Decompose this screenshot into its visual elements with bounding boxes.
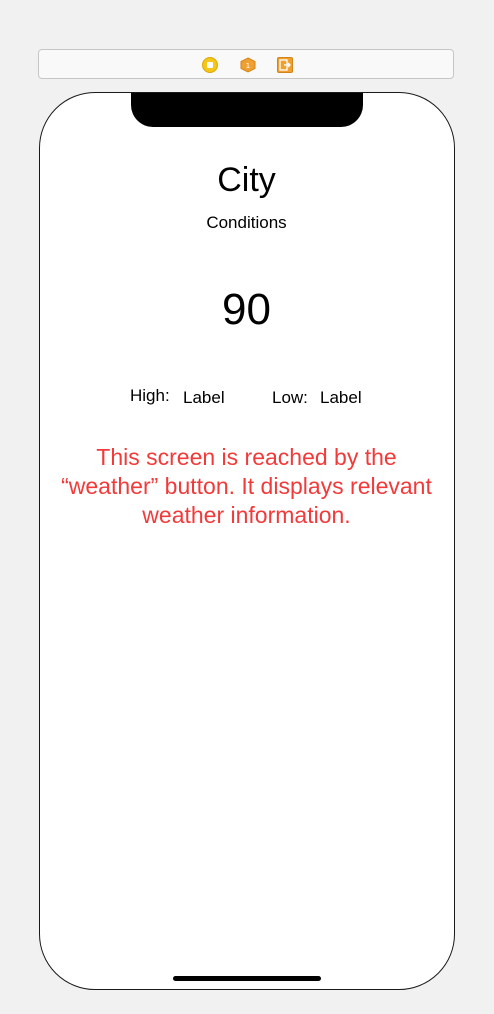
view-controller-icon[interactable] <box>202 57 218 73</box>
low-value-label: Label <box>320 388 362 407</box>
annotation-text: This screen is reached by the “weather” … <box>61 444 432 528</box>
high-value-label: Label <box>183 388 225 407</box>
exit-icon[interactable] <box>277 57 293 73</box>
temperature-label: 90 <box>222 285 271 334</box>
device-notch <box>131 93 363 127</box>
city-label: City <box>217 161 276 199</box>
home-indicator <box>173 976 321 981</box>
scene-dock: 1 <box>38 49 454 79</box>
high-title-label: High: <box>130 386 170 405</box>
low-title-label: Low: <box>272 388 308 407</box>
iphone-canvas: City Conditions 90 High: Label Low: Labe… <box>39 92 455 990</box>
first-responder-icon[interactable]: 1 <box>240 57 256 73</box>
conditions-label: Conditions <box>206 213 287 232</box>
svg-text:1: 1 <box>246 62 250 70</box>
